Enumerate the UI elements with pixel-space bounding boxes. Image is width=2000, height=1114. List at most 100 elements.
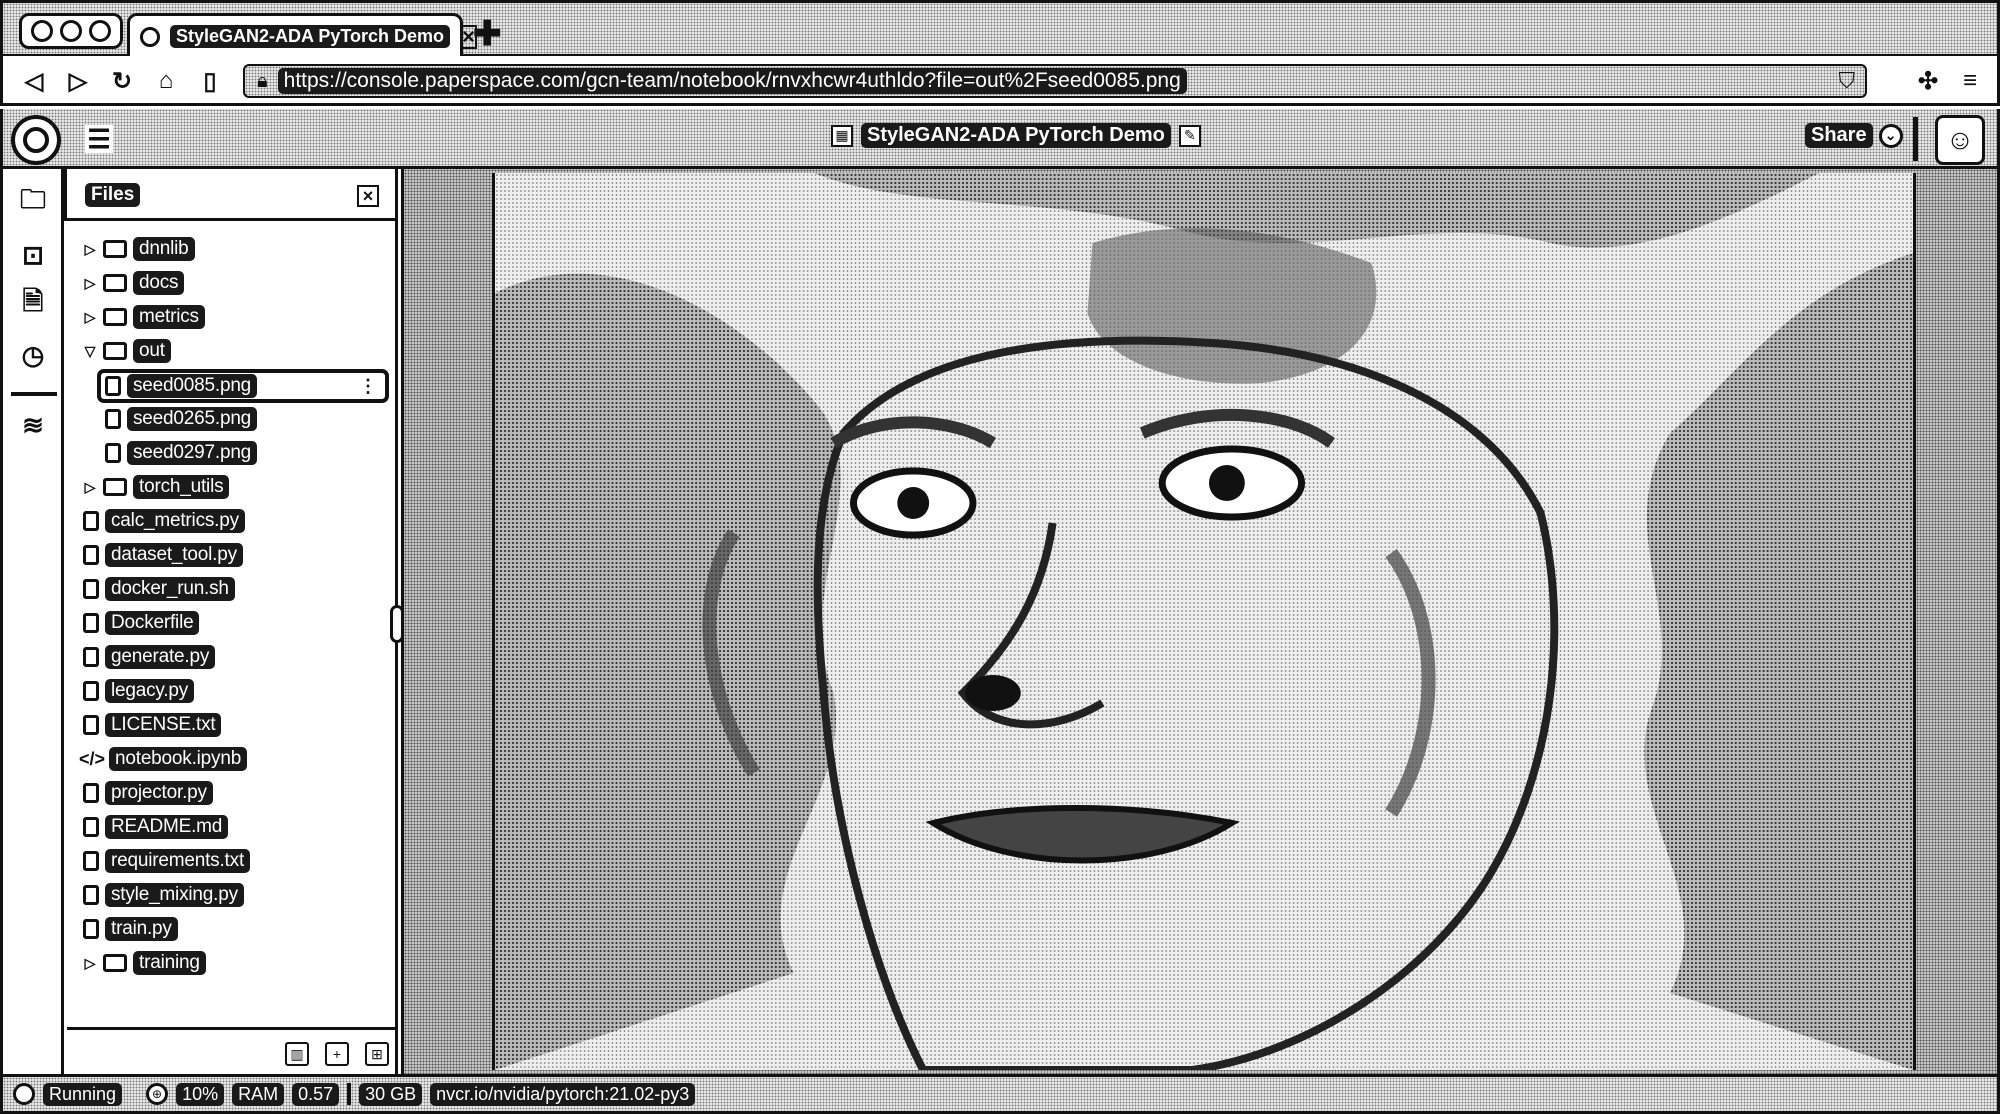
tree-item-torch-utils[interactable]: ▷ torch_utils (83, 473, 230, 501)
folder-icon (103, 954, 127, 972)
chevron-right-icon[interactable]: ▷ (83, 479, 97, 496)
more-options-icon[interactable]: ⋮ (359, 376, 377, 397)
cpu-usage: 10% (176, 1082, 225, 1106)
tree-item-label: seed0085.png (127, 374, 258, 398)
maximize-window-icon[interactable] (88, 20, 111, 42)
tree-item-requirements[interactable]: requirements.txt (83, 847, 251, 875)
address-bar[interactable]: 🔒︎ https://console.paperspace.com/gcn-te… (243, 64, 1867, 98)
machine-state[interactable]: Running (43, 1082, 123, 1106)
cpu-icon[interactable]: ⊡ (17, 239, 49, 271)
share-control[interactable]: Share ⌄ (1805, 123, 1903, 148)
chevron-down-icon[interactable]: ⌄ (1878, 123, 1903, 148)
open-folder-icon (103, 342, 127, 360)
face-illustration (495, 173, 1913, 1070)
tree-item-readme[interactable]: README.md (83, 813, 229, 841)
puzzle-icon[interactable]: ✣ (1913, 66, 1943, 96)
edit-title-icon[interactable]: ✎ (1178, 124, 1201, 147)
tree-item-label: calc_metrics.py (105, 509, 245, 533)
file-icon (83, 715, 99, 735)
ram-divider (347, 1083, 352, 1105)
tree-item-license[interactable]: LICENSE.txt (83, 711, 222, 739)
tree-item-training[interactable]: ▷ training (83, 949, 206, 977)
menu-icon[interactable]: ≡ (1955, 66, 1985, 96)
tree-item-style-mixing[interactable]: style_mixing.py (83, 881, 244, 909)
url-text: https://console.paperspace.com/gcn-team/… (277, 68, 1187, 94)
tree-item-dnnlib[interactable]: ▷ dnnlib (83, 235, 195, 263)
home-icon[interactable]: ⌂ (151, 66, 181, 96)
tree-item-seed0085[interactable]: seed0085.png ⋮ (97, 369, 389, 403)
files-panel-footer: ▥ + ⊞ (67, 1027, 395, 1074)
avatar[interactable]: ☺ (1935, 115, 1985, 165)
tree-item-dataset-tool[interactable]: dataset_tool.py (83, 541, 243, 569)
reload-icon[interactable]: ↻ (107, 66, 137, 96)
tree-item-label: generate.py (105, 645, 216, 669)
new-tab-icon[interactable]: ✚ (473, 17, 502, 51)
file-icon (83, 783, 99, 803)
tree-item-label: training (133, 951, 206, 975)
activity-rail: 🗀︎ ⊡ 🗎︎ ◷ ≋ (0, 169, 64, 1074)
paperspace-logo-icon[interactable] (11, 115, 61, 165)
tree-item-label: requirements.txt (105, 849, 251, 873)
brave-shield-icon[interactable]: ⛉ (1838, 68, 1855, 94)
tree-item-label: metrics (133, 305, 205, 329)
document-icon[interactable]: 🗎︎ (17, 286, 49, 321)
minimize-window-icon[interactable] (59, 20, 82, 42)
tree-item-notebook[interactable]: </> notebook.ipynb (79, 745, 248, 773)
tree-item-label: docs (133, 271, 185, 295)
tree-item-label: projector.py (105, 781, 213, 805)
chevron-right-icon[interactable]: ▷ (83, 241, 97, 258)
chevron-right-icon[interactable]: ▷ (83, 309, 97, 326)
tree-item-label: dnnlib (133, 237, 195, 261)
file-icon (83, 511, 99, 531)
tree-item-label: seed0297.png (127, 441, 258, 465)
file-icon (83, 919, 99, 939)
tree-item-seed0265[interactable]: seed0265.png (105, 405, 258, 433)
tree-item-out[interactable]: ▽ out (83, 337, 171, 365)
forward-icon[interactable]: ▷ (63, 66, 93, 96)
app-header: ☰ ▦ StyleGAN2-ADA PyTorch Demo ✎ Share ⌄… (0, 109, 2000, 169)
file-icon (105, 443, 121, 463)
bookmark-icon[interactable]: ▯ (195, 66, 225, 96)
notebook-title: ▦ StyleGAN2-ADA PyTorch Demo ✎ (831, 123, 1201, 148)
tree-item-train[interactable]: train.py (83, 915, 178, 943)
cpu-icon: ⊕ (146, 1083, 169, 1105)
tree-item-legacy[interactable]: legacy.py (83, 677, 195, 705)
tree-item-generate[interactable]: generate.py (83, 643, 216, 671)
new-folder-icon[interactable]: ⊞ (365, 1042, 389, 1066)
tree-item-seed0297[interactable]: seed0297.png (105, 439, 258, 467)
tree-item-projector[interactable]: projector.py (83, 779, 213, 807)
close-panel-icon[interactable]: × (357, 185, 379, 207)
lock-icon: 🔒︎ (257, 69, 268, 92)
layers-icon[interactable]: ≋ (17, 409, 49, 441)
tree-item-calc-metrics[interactable]: calc_metrics.py (83, 507, 245, 535)
window-controls[interactable] (19, 13, 123, 49)
browser-tab[interactable]: StyleGAN2-ADA PyTorch Demo × (127, 13, 477, 57)
tree-item-docs[interactable]: ▷ docs (83, 269, 185, 297)
chevron-right-icon[interactable]: ▷ (83, 275, 97, 292)
close-window-icon[interactable] (31, 20, 54, 42)
tree-item-metrics[interactable]: ▷ metrics (83, 303, 205, 331)
folder-icon[interactable]: 🗀︎ (17, 184, 49, 219)
back-icon[interactable]: ◁ (19, 66, 49, 96)
browser-titlebar: StyleGAN2-ADA PyTorch Demo × ✚ (0, 0, 2000, 57)
file-icon (83, 885, 99, 905)
sidebar-menu-icon[interactable]: ☰ (85, 125, 113, 153)
file-icon (83, 613, 99, 633)
open-book-icon[interactable]: ▥ (285, 1042, 309, 1066)
ram-used: 0.57 (292, 1082, 340, 1106)
browser-navbar: ◁ ▷ ↻ ⌂ ▯ 🔒︎ https://console.paperspace.… (0, 56, 2000, 106)
file-tree: ▷ dnnlib ▷ docs ▷ metrics ▽ out seed0085… (67, 227, 393, 987)
paperspace-favicon-icon (140, 26, 160, 47)
files-panel: Files × ▷ dnnlib ▷ docs ▷ metrics ▽ out … (64, 169, 398, 1074)
clock-icon[interactable]: ◷ (17, 339, 49, 371)
file-icon (83, 647, 99, 667)
new-file-icon[interactable]: + (325, 1042, 349, 1066)
tree-item-label: train.py (105, 917, 178, 941)
tree-item-docker-run[interactable]: docker_run.sh (83, 575, 235, 603)
share-button[interactable]: Share (1805, 123, 1873, 148)
tree-item-dockerfile[interactable]: Dockerfile (83, 609, 200, 637)
chevron-down-icon[interactable]: ▽ (83, 343, 97, 360)
file-icon (83, 579, 99, 599)
chevron-right-icon[interactable]: ▷ (83, 955, 97, 972)
file-icon (83, 681, 99, 701)
